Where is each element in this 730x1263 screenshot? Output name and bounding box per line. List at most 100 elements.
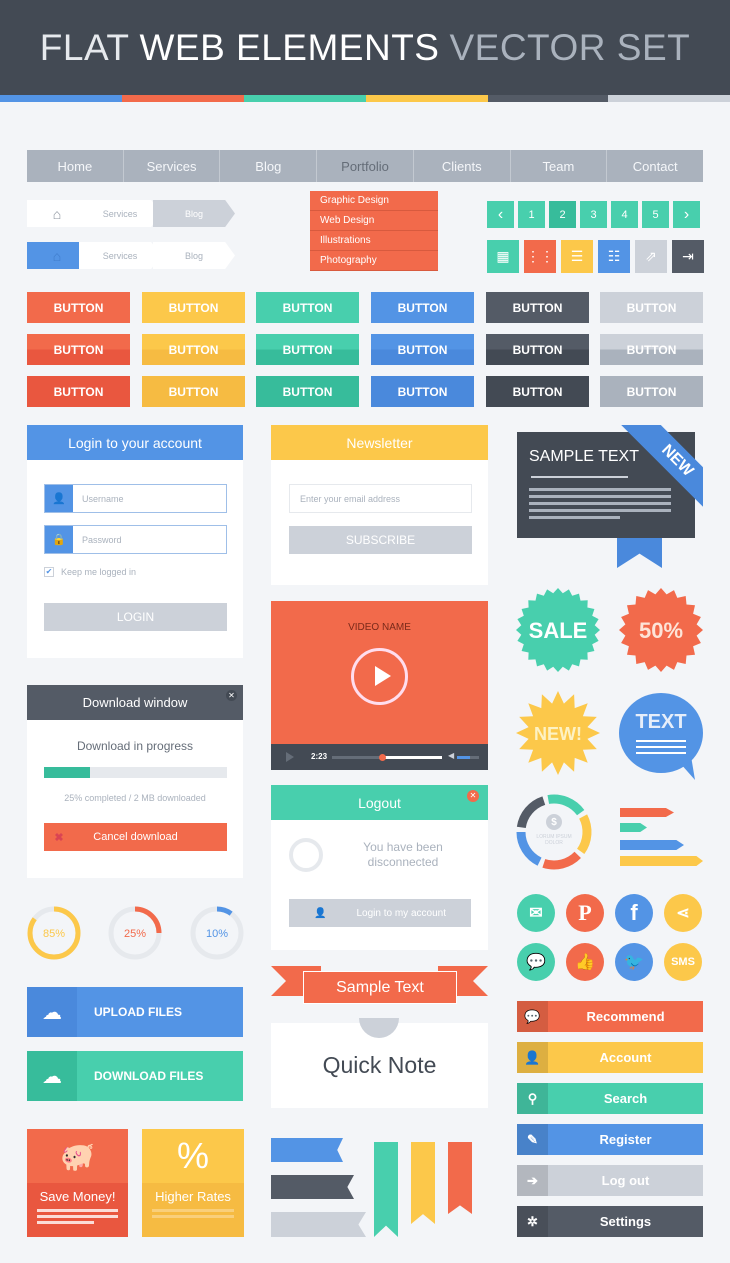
list-detail-icon[interactable]: ☷ [598,240,630,273]
nav-item-portfolio[interactable]: Portfolio [317,150,414,182]
menu-button-search[interactable]: ⚲ Search [517,1083,703,1114]
volume-slider[interactable] [457,756,479,759]
download-window: Download window ✕ Download in progress 2… [27,685,243,878]
save-money-tile[interactable]: 🐖 Save Money! [27,1129,128,1237]
password-field[interactable]: 🔒 Password [44,525,227,554]
button[interactable]: BUTTON [256,334,359,365]
button[interactable]: BUTTON [27,292,130,323]
breadcrumb-item[interactable]: Services [79,242,161,269]
user-icon: 👤 [314,907,327,919]
download-files-button[interactable]: ☁ DOWNLOAD FILES [27,1051,243,1101]
nav-item-services[interactable]: Services [124,150,221,182]
flag-bookmark [271,1212,366,1237]
home-icon[interactable]: ⌂ [27,200,87,227]
login-button[interactable]: LOGIN [44,603,227,631]
volume-icon[interactable]: ◀ [448,751,454,760]
nav-item-contact[interactable]: Contact [607,150,703,182]
button[interactable]: BUTTON [486,376,589,407]
button[interactable]: BUTTON [371,334,474,365]
button[interactable]: BUTTON [600,334,703,365]
twitter-icon[interactable]: 🐦 [615,943,653,981]
menu-button-account[interactable]: 👤 Account [517,1042,703,1073]
badge-label: SALE [529,618,588,643]
menu-button-register[interactable]: ✎ Register [517,1124,703,1155]
cancel-download-button[interactable]: ✖ Cancel download [44,823,227,851]
next-page-button[interactable]: › [673,201,700,228]
dropdown-item[interactable]: Photography [310,251,438,271]
cycle-segment [516,796,546,829]
button[interactable]: BUTTON [600,292,703,323]
play-button[interactable] [351,648,408,705]
grid-large-icon[interactable]: ▦ [487,240,519,273]
button[interactable]: BUTTON [27,376,130,407]
button[interactable]: BUTTON [600,376,703,407]
download-title: Download window [27,685,243,720]
button[interactable]: BUTTON [486,292,589,323]
home-icon[interactable]: ⌂ [27,242,87,269]
thumbs-up-icon[interactable]: 👍 [566,943,604,981]
page-button[interactable]: 4 [611,201,638,228]
list-icon[interactable]: ☰ [561,240,593,273]
seek-handle[interactable] [378,754,386,761]
breadcrumb-item[interactable]: Blog [153,200,235,227]
button[interactable]: BUTTON [371,376,474,407]
menu-button-settings[interactable]: ✲ Settings [517,1206,703,1237]
dropdown-item[interactable]: Web Design [310,211,438,231]
button[interactable]: BUTTON [256,292,359,323]
remember-checkbox[interactable]: ✔ [44,567,54,577]
email-icon[interactable]: ✉ [517,894,555,932]
share-icon[interactable]: ⋖ [664,894,702,932]
page-button-current[interactable]: 2 [549,201,576,228]
cycle-label: DOLOR [545,840,563,846]
close-icon[interactable]: ✕ [226,690,237,701]
page-button[interactable]: 5 [642,201,669,228]
button[interactable]: BUTTON [27,334,130,365]
button[interactable]: BUTTON [142,376,245,407]
prev-page-button[interactable]: ‹ [487,201,514,228]
breadcrumb: ⌂ Services Blog [27,242,235,269]
dropdown-item[interactable]: Graphic Design [310,191,438,211]
subscribe-button[interactable]: SUBSCRIBE [289,526,472,554]
button[interactable]: BUTTON [142,292,245,323]
login-again-button[interactable]: 👤 Login to my account [289,899,471,927]
username-field[interactable]: 👤 Username [44,484,227,513]
page-button[interactable]: 1 [518,201,545,228]
pinterest-icon[interactable]: P [566,894,604,932]
logout-icon[interactable]: ⇥ [672,240,704,273]
menu-button-log-out[interactable]: ➔ Log out [517,1165,703,1196]
new-corner-ribbon: NEW [617,425,703,511]
button[interactable]: BUTTON [486,334,589,365]
grid-small-icon[interactable]: ⋮⋮ [524,240,556,273]
higher-rates-tile[interactable]: % Higher Rates [142,1129,244,1237]
download-info: 25% completed / 2 MB downloaded [64,793,206,803]
tile-footer: Save Money! [27,1183,128,1237]
small-play-icon[interactable] [286,752,294,762]
sms-icon[interactable]: SMS [664,943,702,981]
button[interactable]: BUTTON [142,334,245,365]
power-icon [289,838,323,872]
email-field[interactable]: Enter your email address [289,484,472,513]
menu-button-recommend[interactable]: 💬 Recommend [517,1001,703,1032]
dropdown-item[interactable]: Illustrations [310,231,438,251]
nav-item-team[interactable]: Team [511,150,608,182]
share-icon[interactable]: ⇗ [635,240,667,273]
breadcrumb-item[interactable]: Blog [153,242,235,269]
vertical-bookmark [411,1142,435,1224]
nav-item-blog[interactable]: Blog [220,150,318,182]
chat-icon[interactable]: 💬 [517,943,555,981]
cycle-segment [542,851,581,870]
lock-icon: 🔒 [45,526,73,553]
breadcrumb-item[interactable]: Services [79,200,161,227]
button[interactable]: BUTTON [371,292,474,323]
upload-files-button[interactable]: ☁ UPLOAD FILES [27,987,243,1037]
close-icon[interactable]: ✕ [467,790,479,802]
nav-item-clients[interactable]: Clients [414,150,511,182]
download-progress-bar [44,767,227,778]
card-divider [531,476,628,478]
facebook-icon[interactable]: f [615,894,653,932]
page-button[interactable]: 3 [580,201,607,228]
nav-item-home[interactable]: Home [27,150,124,182]
cycle-segment [576,814,592,855]
seek-bar[interactable] [332,756,442,759]
button[interactable]: BUTTON [256,376,359,407]
